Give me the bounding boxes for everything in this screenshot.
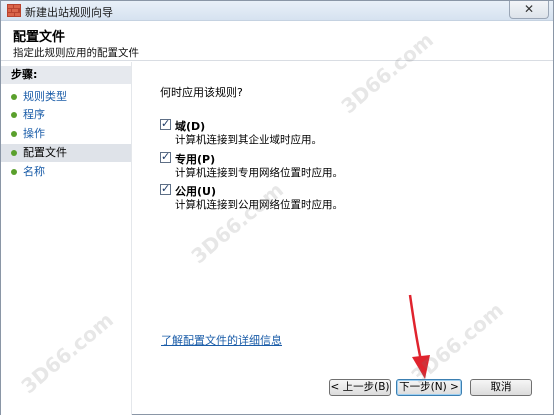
private-description: 计算机连接到专用网络位置时应用。 <box>175 167 343 179</box>
sidebar-item-label: 配置文件 <box>23 146 67 159</box>
sidebar-item-profile[interactable]: 配置文件 <box>1 144 131 162</box>
domain-description: 计算机连接到其企业域时应用。 <box>175 134 322 146</box>
wizard-window: 新建出站规则向导 ✕ 配置文件 指定此规则应用的配置文件 步骤: 规则类型 程序… <box>0 0 554 415</box>
red-arrow-annotation <box>408 294 430 379</box>
steps-heading: 步骤: <box>1 66 131 84</box>
window-title: 新建出站规则向导 <box>25 6 113 19</box>
page-subtitle: 指定此规则应用的配置文件 <box>13 47 139 59</box>
public-checkbox[interactable] <box>160 182 171 195</box>
sidebar-item-label: 操作 <box>23 127 45 140</box>
sidebar-item-label: 程序 <box>23 108 45 121</box>
sidebar-item-rule-type[interactable]: 规则类型 <box>1 88 131 106</box>
question-text: 何时应用该规则? <box>160 86 243 99</box>
step-bullet-icon <box>11 150 17 156</box>
sidebar-item-program[interactable]: 程序 <box>1 106 131 124</box>
sidebar-item-label: 名称 <box>23 165 45 178</box>
steps-sidebar: 步骤: 规则类型 程序 操作 配置文件 名称 <box>1 62 132 415</box>
page-title: 配置文件 <box>13 30 66 45</box>
sidebar-item-action[interactable]: 操作 <box>1 125 131 143</box>
private-checkbox[interactable] <box>160 150 171 163</box>
sidebar-item-label: 规则类型 <box>23 90 67 103</box>
cancel-button[interactable]: 取消 <box>470 379 532 396</box>
close-icon: ✕ <box>523 2 535 16</box>
learn-more-link[interactable]: 了解配置文件的详细信息 <box>161 332 282 348</box>
step-bullet-icon <box>11 112 17 118</box>
step-bullet-icon <box>11 169 17 175</box>
step-bullet-icon <box>11 94 17 100</box>
sidebar-item-name[interactable]: 名称 <box>1 163 131 181</box>
public-description: 计算机连接到公用网络位置时应用。 <box>175 199 343 211</box>
back-button[interactable]: < 上一步(B) <box>329 379 391 396</box>
domain-checkbox[interactable] <box>160 117 171 130</box>
title-bar: 新建出站规则向导 ✕ <box>1 1 553 21</box>
wizard-header: 配置文件 指定此规则应用的配置文件 <box>1 21 553 61</box>
step-bullet-icon <box>11 131 17 137</box>
main-content: 何时应用该规则? 域(D) 计算机连接到其企业域时应用。 专用(P) 计算机连接… <box>133 62 553 415</box>
firewall-app-icon <box>7 4 21 17</box>
close-button[interactable]: ✕ <box>509 1 549 19</box>
